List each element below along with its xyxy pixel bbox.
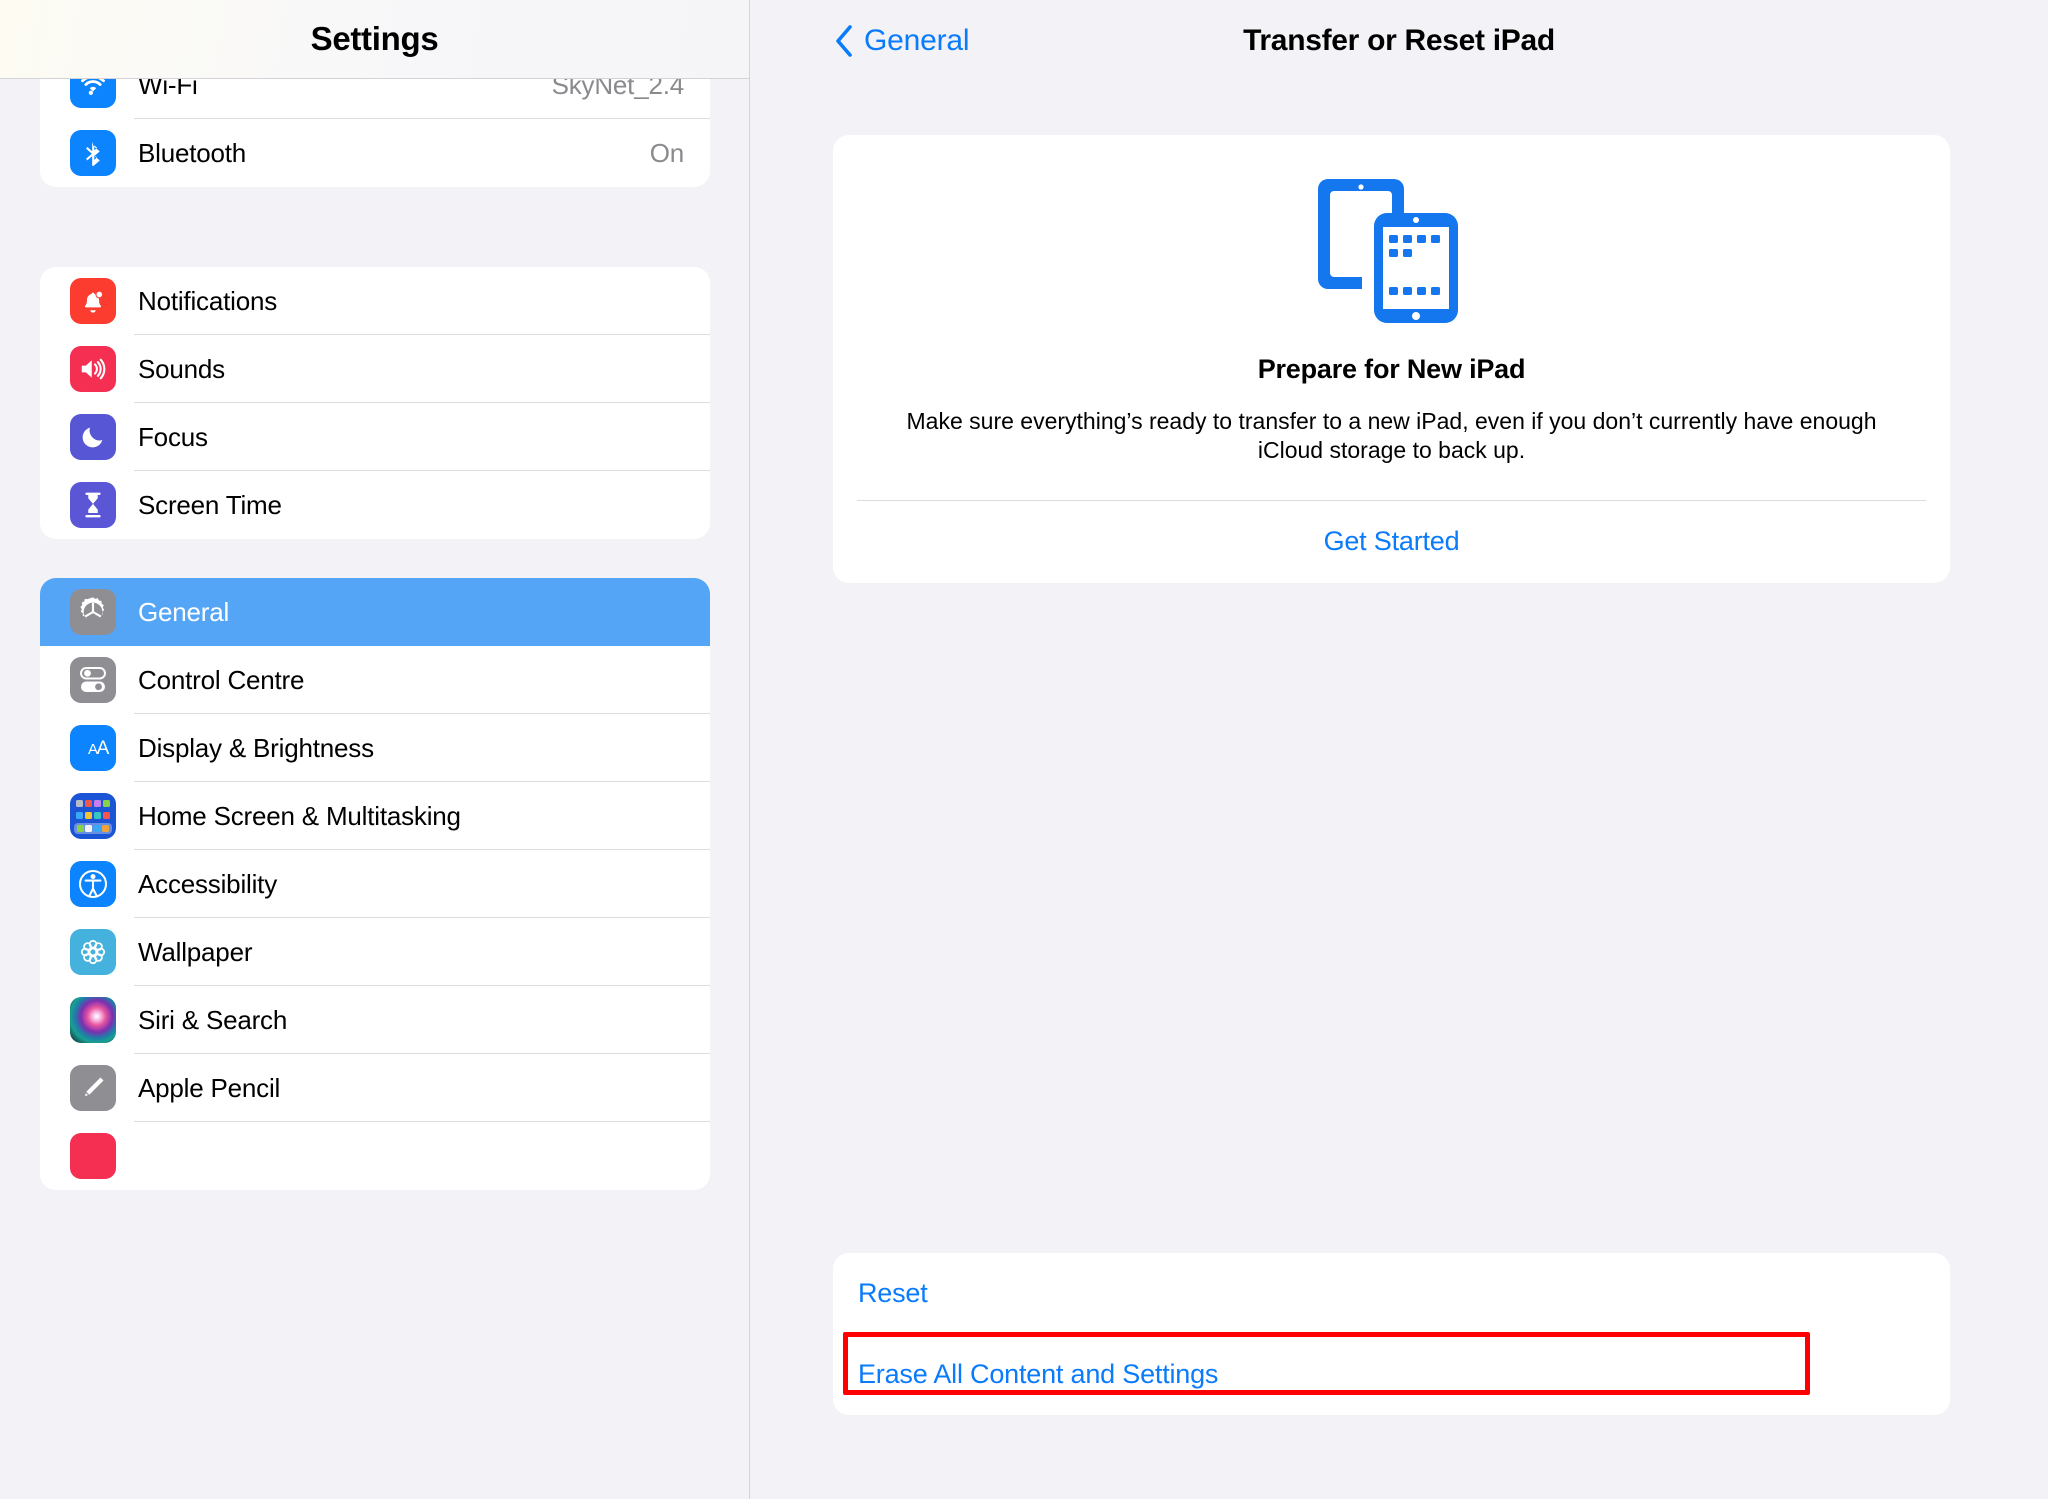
hourglass-icon [70, 482, 116, 528]
sidebar-group-alerts: Notifications Sounds Focus Screen Time [40, 267, 710, 539]
sidebar-item-general[interactable]: General [40, 578, 710, 646]
sidebar-item-label: Sounds [138, 353, 225, 384]
sidebar-item-control-centre[interactable]: Control Centre [40, 646, 710, 714]
svg-text:A: A [97, 738, 110, 759]
display-brightness-icon: A A [70, 725, 116, 771]
wallpaper-icon [70, 929, 116, 975]
bluetooth-state-value: On [649, 137, 684, 168]
sidebar-item-label: Wallpaper [138, 936, 253, 967]
chevron-left-icon [836, 25, 852, 57]
siri-icon [70, 997, 116, 1043]
sidebar-scroll-area[interactable]: Wi-Fi SkyNet_2.4 Bluetooth On Notificati… [0, 51, 749, 1499]
sidebar-group-system: General Control Centre A A Display & Bri… [40, 578, 710, 1190]
two-devices-icon [1310, 171, 1474, 336]
sidebar-item-label: Screen Time [138, 489, 282, 520]
page-title: Settings [310, 20, 439, 57]
prepare-card-body: Prepare for New iPad Make sure everythin… [833, 135, 1950, 500]
gear-icon [70, 589, 116, 635]
sidebar-item-apple-pencil[interactable]: Apple Pencil [40, 1054, 710, 1122]
settings-sidebar: Settings Wi-Fi SkyNet_2.4 Bluetooth On N… [0, 0, 750, 1499]
sidebar-header: Settings [0, 0, 749, 79]
apple-pencil-icon [70, 1065, 116, 1111]
sidebar-item-wallpaper[interactable]: Wallpaper [40, 918, 710, 986]
ipad-settings-screen: Settings Wi-Fi SkyNet_2.4 Bluetooth On N… [0, 0, 2048, 1499]
sidebar-item-label: Focus [138, 421, 208, 452]
sidebar-item-label: Notifications [138, 285, 278, 316]
control-centre-icon [70, 657, 116, 703]
prepare-card-title: Prepare for New iPad [1257, 354, 1526, 384]
accessibility-icon [70, 861, 116, 907]
detail-header: General Transfer or Reset iPad [750, 0, 2048, 82]
sidebar-item-label: Home Screen & Multitasking [138, 800, 461, 831]
get-started-button[interactable]: Get Started [833, 501, 1950, 583]
sidebar-item-label: Bluetooth [138, 137, 247, 168]
sidebar-item-siri-search[interactable]: Siri & Search [40, 986, 710, 1054]
reset-actions-card: Reset Erase All Content and Settings [833, 1253, 1950, 1415]
moon-icon [70, 414, 116, 460]
sidebar-item-partial[interactable] [40, 1122, 710, 1190]
bell-icon [70, 278, 116, 324]
back-button[interactable]: General [834, 24, 970, 58]
detail-pane: General Transfer or Reset iPad Prepare f… [750, 0, 2048, 1499]
sidebar-item-label: Control Centre [138, 664, 305, 695]
sidebar-item-label: Apple Pencil [138, 1072, 281, 1103]
bluetooth-icon [70, 130, 116, 176]
back-button-label: General [864, 24, 970, 57]
home-screen-icon [70, 793, 116, 839]
sidebar-item-display-brightness[interactable]: A A Display & Brightness [40, 714, 710, 782]
sidebar-item-label: Siri & Search [138, 1004, 288, 1035]
sidebar-item-label: Accessibility [138, 868, 277, 899]
sidebar-item-sounds[interactable]: Sounds [40, 335, 710, 403]
erase-all-content-and-settings-button[interactable]: Erase All Content and Settings [833, 1334, 1950, 1415]
sidebar-item-label: Display & Brightness [138, 732, 374, 763]
sidebar-item-focus[interactable]: Focus [40, 403, 710, 471]
partial-row-icon [70, 1133, 116, 1179]
sidebar-item-home-screen-multitasking[interactable]: Home Screen & Multitasking [40, 782, 710, 850]
sidebar-item-label: General [138, 596, 230, 627]
prepare-card-description: Make sure everything’s ready to transfer… [906, 408, 1877, 464]
sidebar-item-bluetooth[interactable]: Bluetooth On [40, 119, 710, 187]
prepare-for-new-ipad-card: Prepare for New iPad Make sure everythin… [833, 135, 1950, 583]
reset-button[interactable]: Reset [833, 1253, 1950, 1334]
speaker-icon [70, 346, 116, 392]
sidebar-item-notifications[interactable]: Notifications [40, 267, 710, 335]
sidebar-item-accessibility[interactable]: Accessibility [40, 850, 710, 918]
sidebar-item-screen-time[interactable]: Screen Time [40, 471, 710, 539]
